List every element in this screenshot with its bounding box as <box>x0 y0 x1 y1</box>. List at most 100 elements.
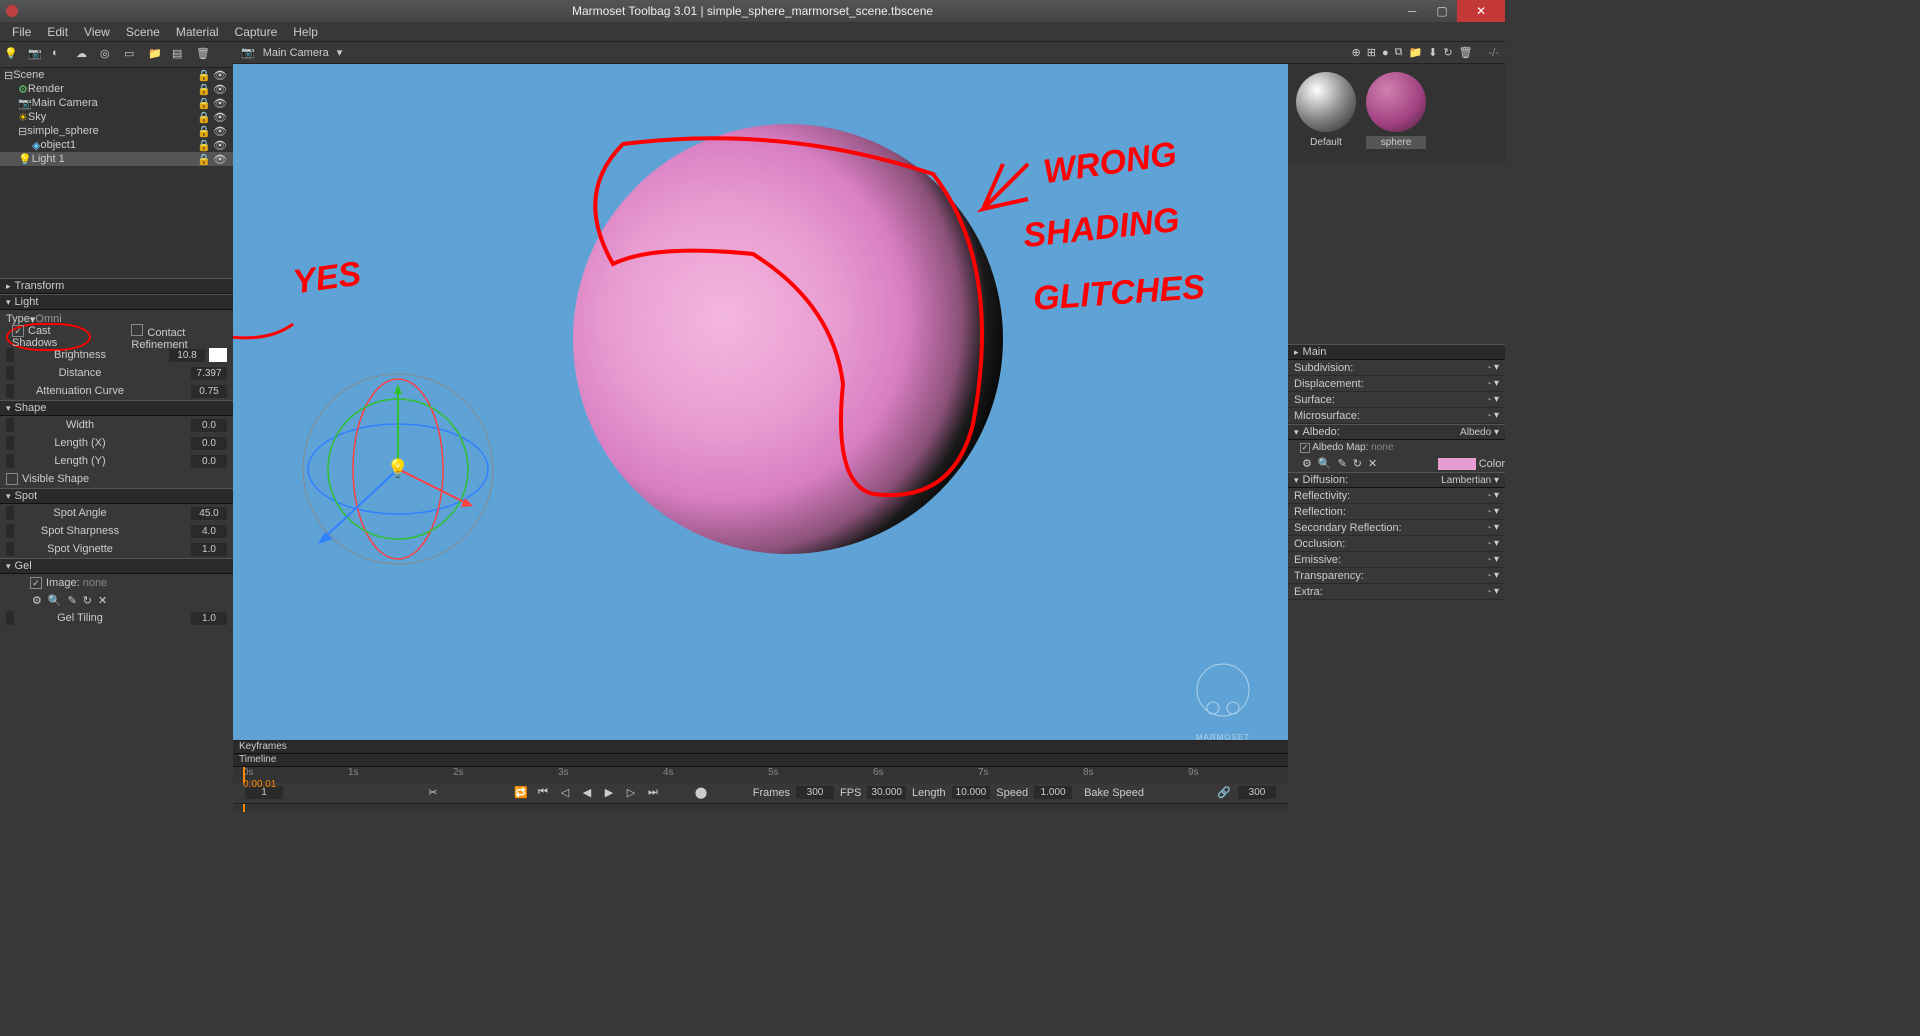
new-scene-icon[interactable]: ▤ <box>172 47 188 63</box>
diffusion-section[interactable]: ▾Diffusion:Lambertian ▾ <box>1288 472 1505 488</box>
delete-icon[interactable]: 🗑 <box>196 47 212 63</box>
edit-icon[interactable]: ✎ <box>68 594 77 607</box>
bake-speed-button[interactable]: Bake Speed <box>1084 787 1144 799</box>
occlusion-row[interactable]: Occlusion:- ▾ <box>1288 536 1505 552</box>
search-icon[interactable]: 🔍 <box>48 594 62 607</box>
tree-simple-sphere[interactable]: ⊟ simple_sphere🔒👁 <box>0 124 233 138</box>
transform-gizmo[interactable]: 💡 <box>293 364 503 574</box>
gel-tiling-row[interactable]: Gel Tiling1.0 <box>0 609 233 627</box>
albedo-color-swatch[interactable] <box>1438 458 1476 470</box>
surface-row[interactable]: Surface:- ▾ <box>1288 392 1505 408</box>
brightness-row[interactable]: Brightness10.8 <box>0 346 233 364</box>
tree-light1[interactable]: 💡 Light 1🔒👁 <box>0 152 233 166</box>
clear-icon[interactable]: ✕ <box>1368 457 1377 470</box>
duplicate-icon[interactable]: ⧉ <box>1395 46 1403 59</box>
viewport-dropdown-icon[interactable]: ▾ <box>337 46 343 59</box>
add-shadow-icon[interactable]: ◐ <box>52 47 68 63</box>
spot-angle-row[interactable]: Spot Angle45.0 <box>0 504 233 522</box>
search-icon[interactable]: 🔍 <box>1318 457 1332 470</box>
sphere-preview-icon[interactable]: ● <box>1382 47 1389 59</box>
lock-icon[interactable]: 🔒 <box>197 125 211 138</box>
speed-field[interactable]: 1.000 <box>1034 786 1072 799</box>
lock-icon[interactable]: 🔒 <box>197 69 211 82</box>
add-turntable-icon[interactable]: ◎ <box>100 47 116 63</box>
gel-image-row[interactable]: ✓ Image: none <box>0 574 233 592</box>
grid-icon[interactable]: ⊞ <box>1367 46 1376 59</box>
tree-main-camera[interactable]: 📷 Main Camera🔒👁 <box>0 96 233 110</box>
menu-file[interactable]: File <box>4 22 39 41</box>
albedo-map-row[interactable]: ✓ Albedo Map: none <box>1288 440 1505 455</box>
menu-capture[interactable]: Capture <box>227 22 286 41</box>
eye-icon[interactable]: 👁 <box>213 153 227 166</box>
gear-icon[interactable]: ⚙ <box>1302 457 1312 470</box>
link-icon[interactable]: 🔗 <box>1216 785 1232 801</box>
material-sphere[interactable]: sphere <box>1366 72 1426 156</box>
tree-render[interactable]: ⚙ Render🔒👁 <box>0 82 233 96</box>
eye-icon[interactable]: 👁 <box>213 69 227 82</box>
sphere-object[interactable] <box>573 124 1003 554</box>
add-camera-icon[interactable]: 📷 <box>28 47 44 63</box>
lock-icon[interactable]: 🔒 <box>197 153 211 166</box>
lock-icon[interactable]: 🔒 <box>197 111 211 124</box>
play-button[interactable]: ▶ <box>601 785 617 801</box>
loop-button[interactable]: 🔁 <box>513 785 529 801</box>
refresh-icon[interactable]: ↻ <box>1353 457 1362 470</box>
eye-icon[interactable]: 👁 <box>213 97 227 110</box>
refresh-icon[interactable]: ↻ <box>83 594 92 607</box>
record-button[interactable]: ⬤ <box>693 785 709 801</box>
visible-shape-checkbox[interactable] <box>6 473 18 485</box>
eye-icon[interactable]: 👁 <box>213 111 227 124</box>
cut-button[interactable]: ✂ <box>425 785 441 801</box>
timeline-ruler[interactable]: 0s 1s 2s 3s 4s 5s 6s 7s 8s 9s 0:00.01 <box>233 767 1288 783</box>
length-x-row[interactable]: Length (X)0.0 <box>0 434 233 452</box>
tree-sky[interactable]: ☀ Sky🔒👁 <box>0 110 233 124</box>
cast-shadows-checkbox[interactable]: ✓ <box>12 325 24 337</box>
shape-header[interactable]: ▾Shape <box>0 400 233 416</box>
gel-image-checkbox[interactable]: ✓ <box>30 577 42 589</box>
maximize-button[interactable]: ▢ <box>1427 0 1457 22</box>
import-icon[interactable]: ⬇ <box>1428 46 1437 59</box>
sort-icon[interactable]: -/- <box>1489 47 1499 59</box>
gear-icon[interactable]: ⚙ <box>32 594 42 607</box>
microsurface-row[interactable]: Microsurface:- ▾ <box>1288 408 1505 424</box>
visible-shape-row[interactable]: Visible Shape <box>0 470 233 488</box>
tree-object1[interactable]: ◈ object1🔒👁 <box>0 138 233 152</box>
skip-end-button[interactable]: ⏭ <box>645 785 661 801</box>
tree-scene-root[interactable]: ⊟ Scene 🔒👁 <box>0 68 233 82</box>
lock-icon[interactable]: 🔒 <box>197 97 211 110</box>
extra-row[interactable]: Extra:- ▾ <box>1288 584 1505 600</box>
fps-field[interactable]: 30.000 <box>867 786 906 799</box>
menu-edit[interactable]: Edit <box>39 22 76 41</box>
menu-help[interactable]: Help <box>285 22 326 41</box>
step-fwd-button[interactable]: ▷ <box>623 785 639 801</box>
displacement-row[interactable]: Displacement:- ▾ <box>1288 376 1505 392</box>
add-material-icon[interactable]: ⊕ <box>1352 46 1361 59</box>
material-default[interactable]: Default <box>1296 72 1356 156</box>
skip-start-button[interactable]: ⏮ <box>535 785 551 801</box>
close-button[interactable]: ✕ <box>1457 0 1505 22</box>
menu-material[interactable]: Material <box>168 22 227 41</box>
clear-icon[interactable]: ✕ <box>98 594 107 607</box>
lock-icon[interactable]: 🔒 <box>197 83 211 96</box>
add-folder-icon[interactable]: 📁 <box>148 47 164 63</box>
viewport-tab[interactable]: Main Camera <box>263 47 329 59</box>
folder-icon[interactable]: 📁 <box>1409 46 1423 59</box>
menu-scene[interactable]: Scene <box>118 22 168 41</box>
transparency-row[interactable]: Transparency:- ▾ <box>1288 568 1505 584</box>
light-header[interactable]: ▾Light <box>0 294 233 310</box>
emissive-row[interactable]: Emissive:- ▾ <box>1288 552 1505 568</box>
timeline-header[interactable]: Timeline <box>233 754 1288 767</box>
secondary-reflection-row[interactable]: Secondary Reflection:- ▾ <box>1288 520 1505 536</box>
main-section[interactable]: ▸Main <box>1288 344 1505 360</box>
transform-header[interactable]: ▸Transform <box>0 278 233 294</box>
frame-end-field[interactable]: 300 <box>1238 786 1276 799</box>
spot-header[interactable]: ▾Spot <box>0 488 233 504</box>
step-back-button[interactable]: ◁ <box>557 785 573 801</box>
eye-icon[interactable]: 👁 <box>213 125 227 138</box>
trash-icon[interactable]: 🗑 <box>1459 46 1473 59</box>
distance-row[interactable]: Distance7.397 <box>0 364 233 382</box>
viewport-3d[interactable]: 💡 YES WRONG SHADING GLITCHES <box>233 64 1288 740</box>
timeline-track[interactable] <box>233 803 1288 812</box>
length-field[interactable]: 10.000 <box>952 786 991 799</box>
eye-icon[interactable]: 👁 <box>213 83 227 96</box>
